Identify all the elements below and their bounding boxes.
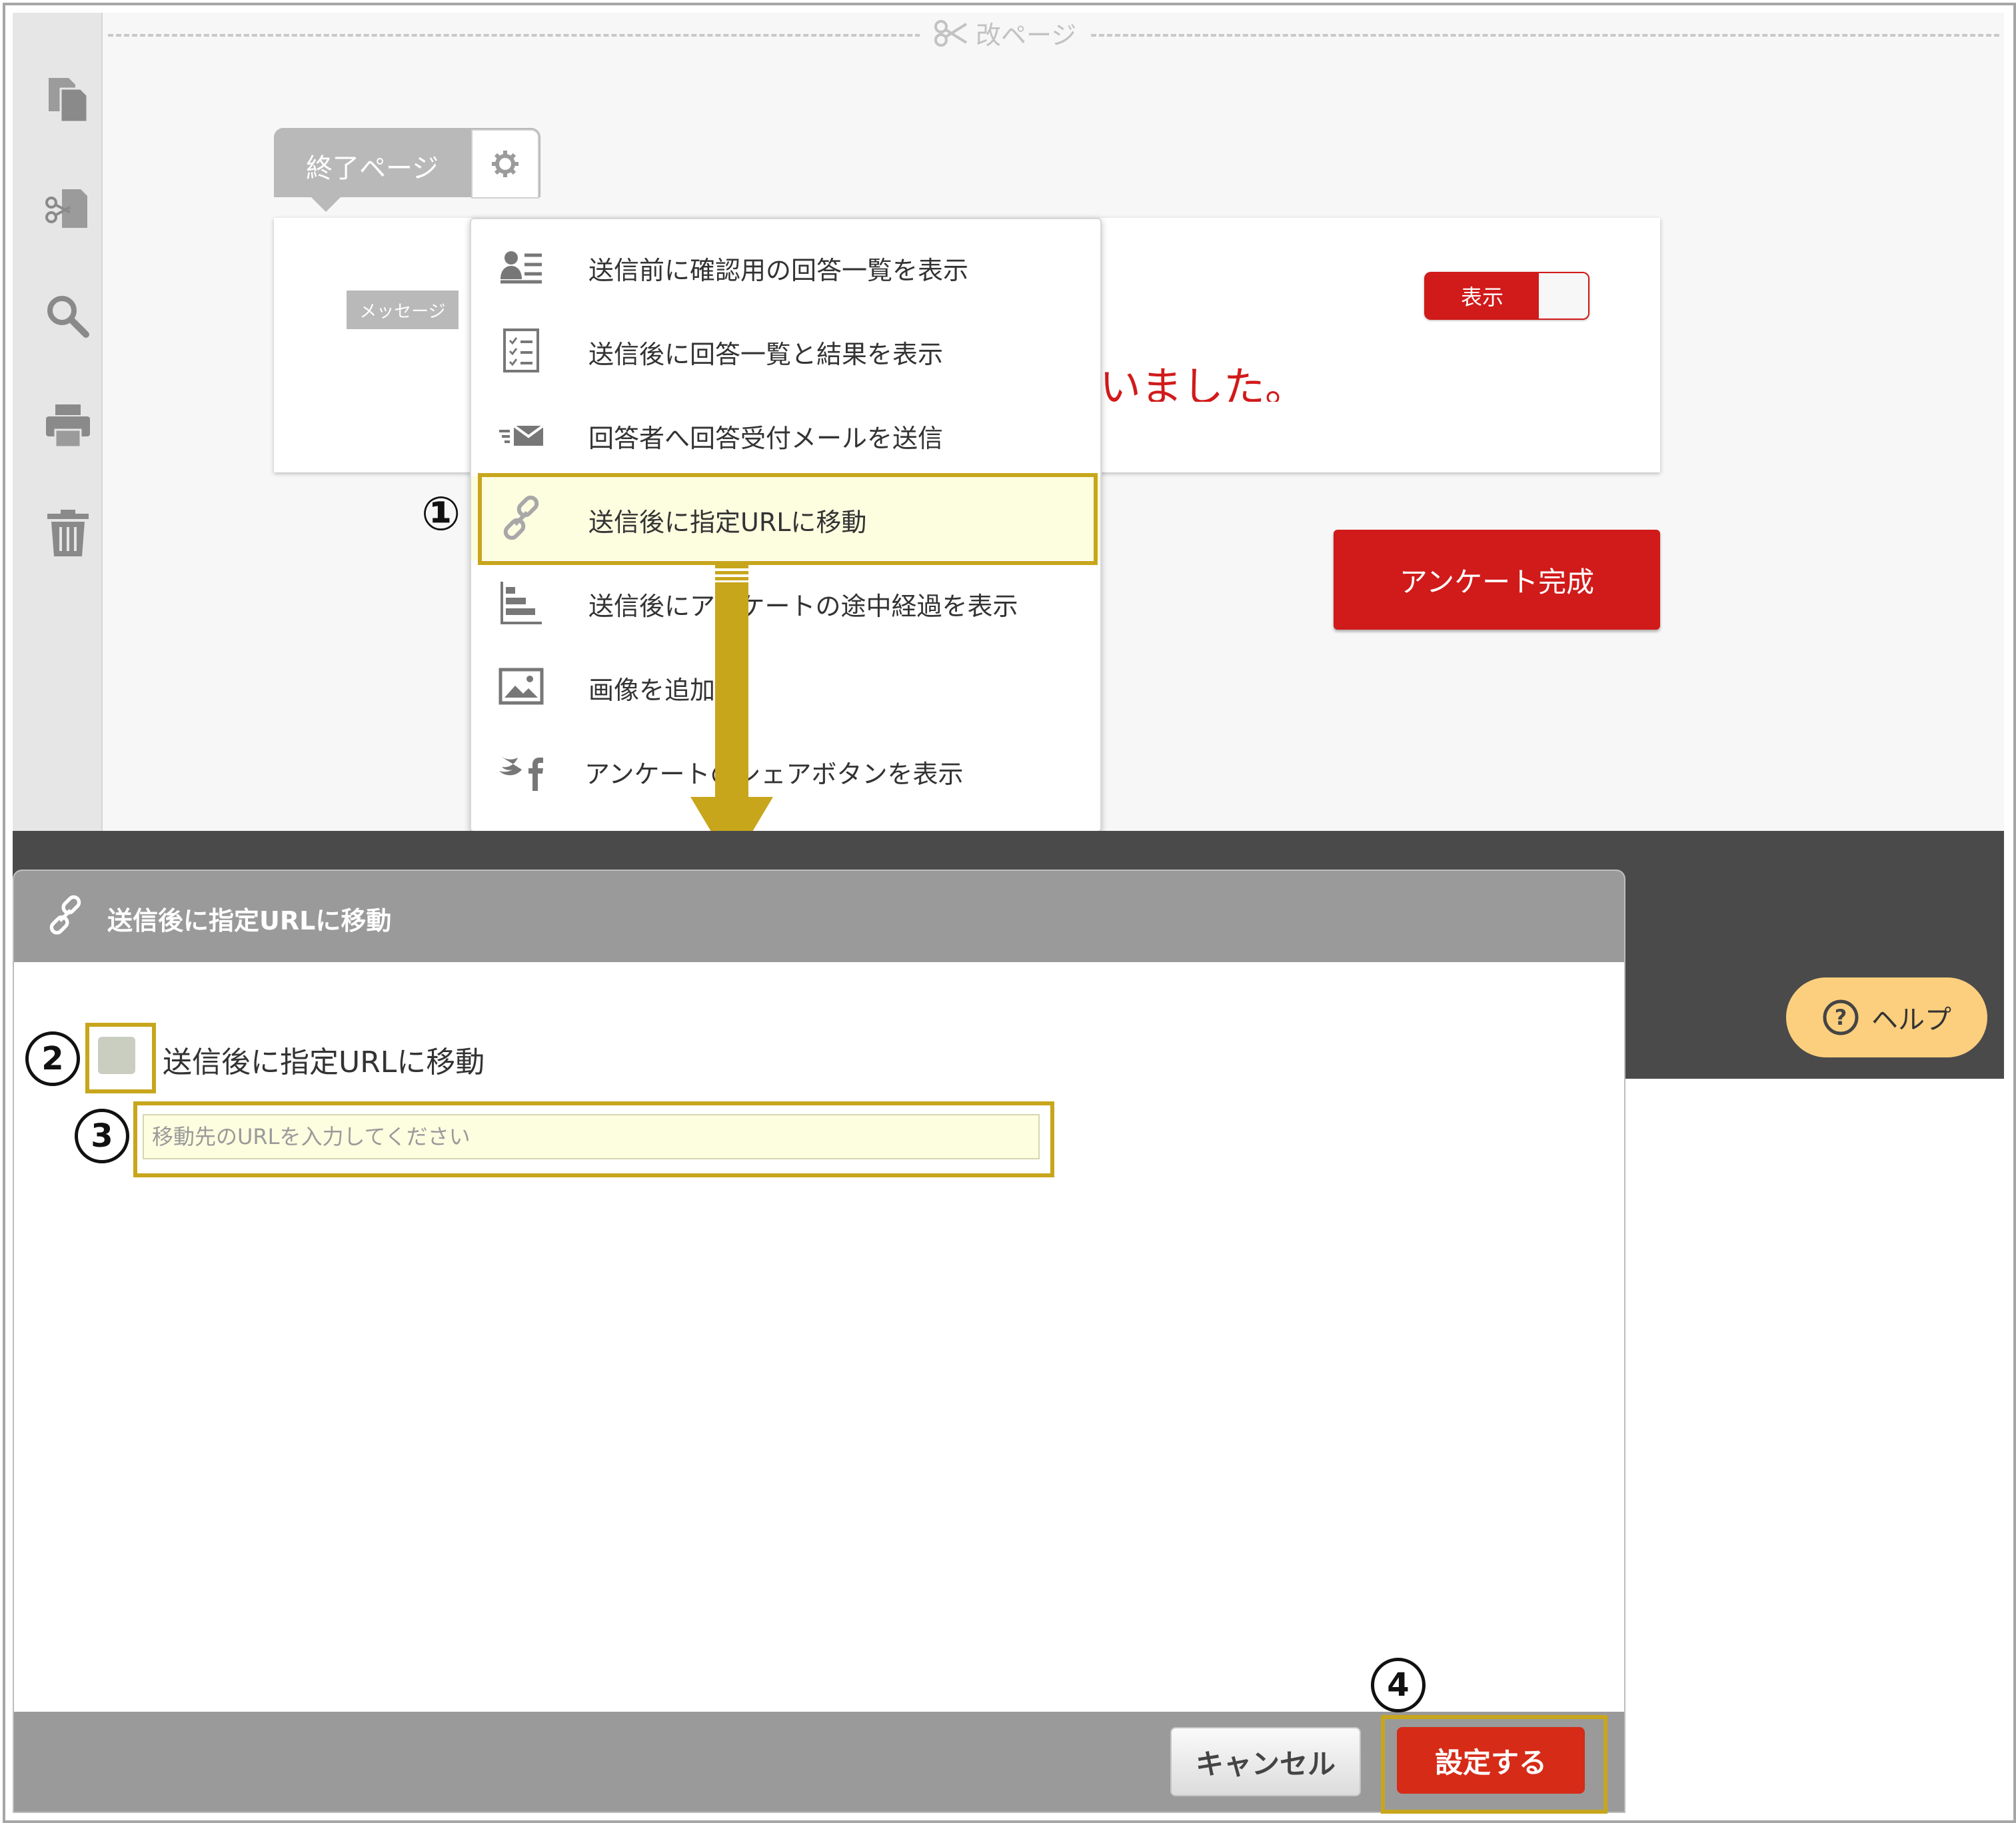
page-break-label[interactable]: 改ページ [920,15,1092,51]
display-toggle-label: 表示 [1460,285,1504,310]
redirect-url-input[interactable] [143,1114,1040,1159]
print-icon[interactable] [42,399,94,451]
step-1-marker: ① [421,486,461,541]
redirect-enable-checkbox[interactable] [98,1037,135,1074]
redirect-enable-label[interactable]: 送信後に指定URLに移動 [163,1038,485,1081]
menu-item-label: 送信前に確認用の回答一覧を表示 [588,256,969,285]
menu-item-label: 画像を追加 [588,676,716,705]
modal-header: 送信後に指定URLに移動 [14,871,1624,962]
user-list-icon [501,251,542,284]
step-3-marker: 3 [75,1109,129,1163]
link-icon [49,895,81,935]
toggle-knob [1539,273,1588,318]
menu-item-add-image[interactable]: 画像を追加 [471,644,1100,728]
step-2-marker: 2 [25,1031,80,1086]
menu-item-confirm-before-send[interactable]: 送信前に確認用の回答一覧を表示 [471,225,1100,308]
image-icon [499,668,544,705]
display-toggle[interactable]: 表示 [1424,272,1589,320]
down-arrow-shaft [715,565,748,798]
end-page-tab[interactable]: 終了ページ [274,128,540,199]
help-button-label: ヘルプ [1871,1005,1951,1035]
page-break-text: 改ページ [976,21,1077,50]
branch-icon[interactable] [42,183,94,235]
end-page-settings-button[interactable] [471,129,539,199]
question-icon: ? [1823,999,1859,1035]
social-share-icon [499,756,543,791]
cancel-button[interactable]: キャンセル [1170,1727,1361,1796]
modal-title: 送信後に指定URLに移動 [107,906,392,935]
trash-icon[interactable] [42,507,94,559]
help-button[interactable]: ? ヘルプ [1786,977,1987,1057]
gear-icon [492,151,518,177]
down-arrow-stripes [715,565,748,582]
editor-sidebar [13,13,103,831]
svg-text:?: ? [1835,1005,1847,1030]
copy-icon[interactable] [42,74,94,126]
bar-chart-icon [501,582,542,624]
set-button[interactable]: 設定する [1397,1727,1585,1794]
scissors-icon [934,19,968,47]
message-badge: メッセージ [347,291,459,329]
menu-item-label: 送信後に回答一覧と結果を表示 [588,340,944,369]
end-tab-pointer [311,197,341,212]
checklist-icon [503,328,539,372]
menu-item-show-results[interactable]: 送信後に回答一覧と結果を表示 [471,308,1100,392]
survey-complete-button[interactable]: アンケート完成 [1334,530,1660,630]
menu-item-send-mail[interactable]: 回答者へ回答受付メールを送信 [471,392,1100,476]
search-icon[interactable] [42,291,94,342]
step1-highlight [478,473,1098,565]
menu-item-label: 送信後にアンケートの途中経過を表示 [588,592,1018,621]
end-page-tab-label: 終了ページ [306,153,439,184]
menu-item-share-buttons[interactable]: アンケートのシェアボタンを表示 [471,728,1100,812]
step-4-marker: 4 [1371,1658,1426,1712]
menu-item-label: 回答者へ回答受付メールを送信 [588,424,944,453]
menu-item-show-progress[interactable]: 送信後にアンケートの途中経過を表示 [471,560,1100,644]
thanks-message-fragment: いました。 [1100,362,1307,402]
thanks-message-text[interactable]: いました。 [1100,353,1320,402]
menu-item-label: アンケートのシェアボタンを表示 [584,760,964,789]
send-mail-icon [499,424,544,446]
